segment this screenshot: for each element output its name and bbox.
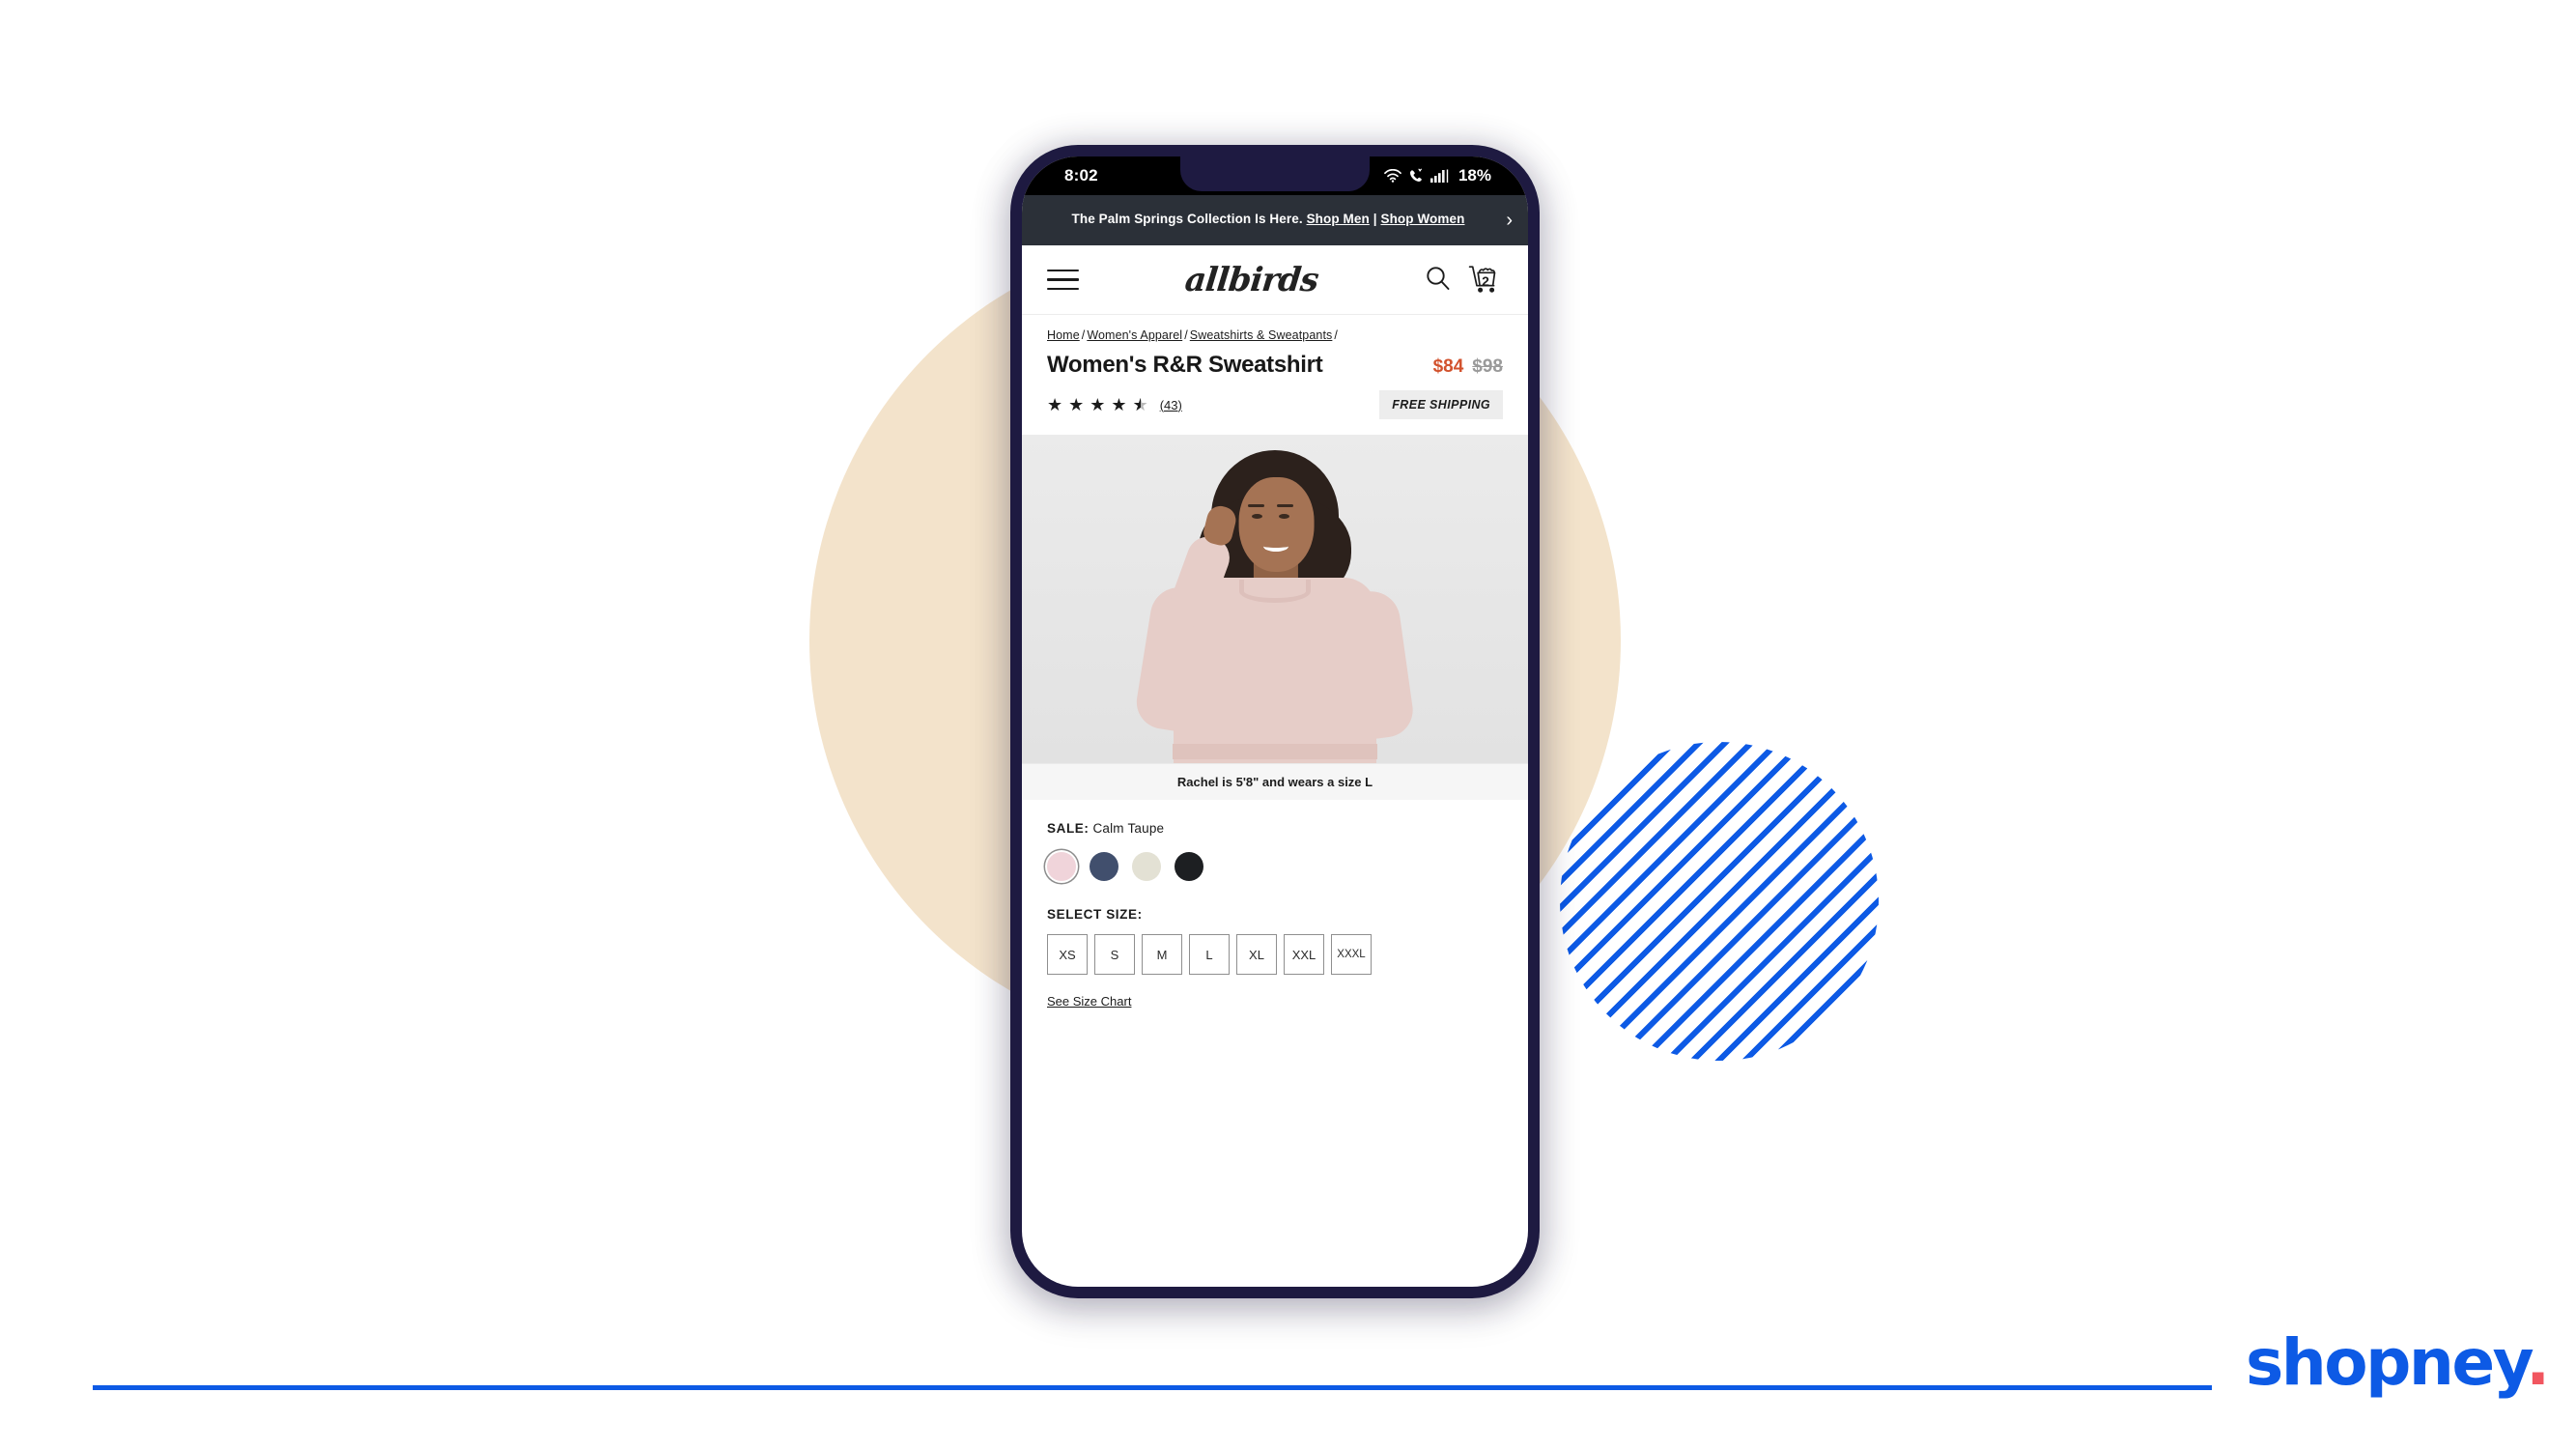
cart-icon[interactable]: 2: [1468, 263, 1503, 298]
hamburger-bar: [1047, 278, 1079, 281]
size-option-m[interactable]: M: [1142, 934, 1182, 975]
page-title: Women's R&R Sweatshirt: [1047, 352, 1323, 378]
hero-caption: Rachel is 5'8" and wears a size L: [1022, 763, 1528, 800]
model-brow: [1248, 504, 1264, 507]
wifi-icon: [1384, 169, 1401, 183]
size-option-s[interactable]: S: [1094, 934, 1135, 975]
breadcrumb-item-home[interactable]: Home: [1047, 328, 1080, 342]
model-eye: [1252, 514, 1262, 519]
status-indicators: 18%: [1384, 166, 1499, 185]
poster-canvas: shopney. 8:02 18% The Palm Springs Colle…: [0, 0, 2576, 1450]
shopney-logo-text: shopney: [2246, 1325, 2529, 1400]
star-icon-full: ★: [1090, 395, 1106, 414]
model-smile: [1263, 541, 1288, 552]
color-swatch-list: [1047, 852, 1503, 881]
shopney-logo: shopney.: [2246, 1331, 2550, 1395]
star-icon-full: ★: [1111, 395, 1127, 414]
hamburger-bar: [1047, 269, 1079, 272]
announcement-text: The Palm Springs Collection Is Here. Sho…: [1043, 210, 1493, 229]
sweatshirt-hem: [1173, 744, 1377, 759]
model-brow: [1277, 504, 1293, 507]
hamburger-bar: [1047, 287, 1079, 291]
color-swatch-black[interactable]: [1175, 852, 1203, 881]
star-icon-full: ★: [1047, 395, 1063, 414]
price-block: $84 $98: [1433, 356, 1503, 378]
size-chart-link[interactable]: See Size Chart: [1047, 994, 1131, 1009]
allbirds-logo[interactable]: allbirds: [1183, 261, 1320, 299]
breadcrumb-separator: /: [1184, 328, 1188, 342]
shop-men-link[interactable]: Shop Men: [1307, 212, 1370, 226]
size-option-xl[interactable]: XL: [1236, 934, 1277, 975]
title-price-row: Women's R&R Sweatshirt $84 $98: [1022, 346, 1528, 379]
breadcrumb-item-womens-apparel[interactable]: Women's Apparel: [1087, 328, 1182, 342]
announcement-bar[interactable]: The Palm Springs Collection Is Here. Sho…: [1022, 195, 1528, 245]
variant-selector: SALE: Calm Taupe SELECT SIZE: XS S M L X…: [1022, 800, 1528, 1010]
model-face: [1238, 477, 1315, 572]
hamburger-icon[interactable]: [1047, 269, 1079, 291]
size-option-xxl[interactable]: XXL: [1284, 934, 1324, 975]
color-swatch-navy[interactable]: [1090, 852, 1118, 881]
header-actions: 2: [1425, 263, 1503, 298]
color-swatch-natural-white[interactable]: [1132, 852, 1161, 881]
search-icon[interactable]: [1425, 265, 1451, 296]
product-detail-page: Home / Women's Apparel / Sweatshirts & Sweat…: [1022, 315, 1528, 1010]
bottom-divider-rule: [93, 1385, 2212, 1390]
size-option-xs[interactable]: XS: [1047, 934, 1088, 975]
shopney-logo-dot: .: [2526, 1325, 2550, 1400]
product-hero-image[interactable]: [1022, 435, 1528, 763]
size-option-xxxl[interactable]: XXXL: [1331, 934, 1372, 975]
announcement-separator: |: [1373, 212, 1377, 227]
star-icon-full: ★: [1068, 395, 1085, 414]
review-count-link[interactable]: (43): [1160, 398, 1182, 412]
status-badge: FREE SHIPPING: [1379, 390, 1503, 419]
breadcrumb-item-sweatshirts[interactable]: Sweatshirts & Sweatpants: [1190, 328, 1333, 342]
model-eye: [1279, 514, 1289, 519]
compare-price: $98: [1472, 356, 1503, 377]
announcement-message: The Palm Springs Collection Is Here.: [1071, 212, 1303, 227]
selected-color-name: Calm Taupe: [1092, 821, 1165, 836]
shop-women-link[interactable]: Shop Women: [1380, 212, 1464, 226]
cart-badge-count: 2: [1482, 272, 1489, 289]
color-label: SALE:: [1047, 821, 1090, 836]
striped-circle-decoration: [1560, 742, 1879, 1061]
phone-screen: 8:02 18% The Palm Springs Collection Is …: [1022, 156, 1528, 1287]
battery-percentage: 18%: [1458, 166, 1491, 185]
phone-mockup: 8:02 18% The Palm Springs Collection Is …: [1010, 145, 1540, 1298]
signal-icon: [1430, 169, 1450, 183]
star-rating[interactable]: ★ ★ ★ ★ ★ (43): [1047, 396, 1182, 413]
sweatshirt-collar: [1239, 580, 1311, 603]
phone-notch: [1180, 156, 1370, 191]
size-label: SELECT SIZE:: [1047, 907, 1143, 922]
color-label-row: SALE: Calm Taupe: [1047, 821, 1503, 836]
sale-price: $84: [1432, 356, 1464, 377]
breadcrumb: Home / Women's Apparel / Sweatshirts & Sweat…: [1022, 315, 1528, 346]
status-time: 8:02: [1064, 166, 1098, 185]
call-icon: [1408, 168, 1424, 184]
site-header: allbirds 2: [1022, 245, 1528, 315]
size-option-l[interactable]: L: [1189, 934, 1230, 975]
breadcrumb-separator: /: [1334, 328, 1338, 342]
rating-row: ★ ★ ★ ★ ★ (43) FREE SHIPPING: [1022, 379, 1528, 435]
star-icon-half: ★: [1133, 396, 1148, 413]
color-swatch-calm-taupe[interactable]: [1047, 852, 1076, 881]
size-option-list: XS S M L XL XXL XXXL: [1047, 934, 1503, 975]
chevron-right-icon[interactable]: ›: [1506, 211, 1513, 230]
